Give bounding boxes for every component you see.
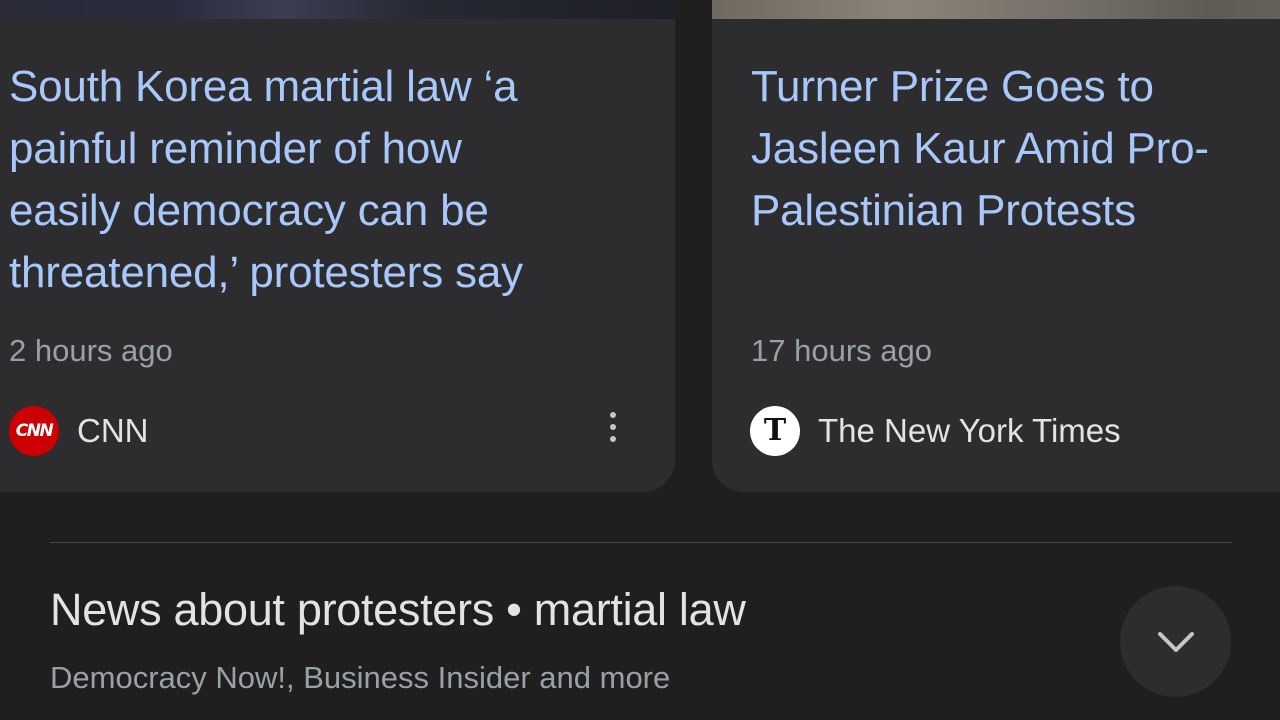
news-feed: South Korea martial law ‘a painful remin…: [0, 0, 1280, 720]
headline-line: painful reminder of how: [9, 124, 462, 173]
article-source: T The New York Times: [750, 405, 1121, 457]
article-thumbnail[interactable]: [712, 0, 1280, 19]
news-card-nyt[interactable]: Turner Prize Goes to Jasleen Kaur Amid P…: [712, 0, 1280, 492]
article-thumbnail[interactable]: [0, 0, 675, 19]
cnn-logo-icon: CNN: [9, 406, 59, 456]
headline-line: Palestinian Protests: [751, 186, 1136, 235]
chevron-down-icon: [1157, 631, 1194, 652]
article-timestamp: 2 hours ago: [9, 333, 173, 368]
source-name: The New York Times: [818, 412, 1121, 449]
news-card-cnn[interactable]: South Korea martial law ‘a painful remin…: [0, 0, 675, 492]
section-divider: [50, 542, 1232, 543]
headline-line: South Korea martial law ‘a: [9, 62, 518, 111]
nyt-logo-icon: T: [750, 406, 800, 456]
more-vert-icon-dot: [610, 436, 616, 442]
more-vert-icon-dot: [610, 424, 616, 430]
more-vert-icon: [610, 412, 616, 418]
headline-line: threatened,’ protesters say: [9, 248, 523, 297]
section-title[interactable]: News about protesters • martial law: [50, 584, 746, 636]
article-headline[interactable]: South Korea martial law ‘a painful remin…: [9, 56, 523, 304]
article-headline[interactable]: Turner Prize Goes to Jasleen Kaur Amid P…: [751, 56, 1209, 242]
source-name: CNN: [77, 412, 149, 449]
logo-text: T: [763, 412, 787, 448]
headline-line: Jasleen Kaur Amid Pro-: [751, 124, 1209, 173]
headline-line: Turner Prize Goes to: [751, 62, 1154, 111]
article-timestamp: 17 hours ago: [751, 333, 932, 368]
logo-text: CNN: [15, 421, 54, 441]
expand-button[interactable]: [1120, 586, 1231, 697]
more-options-button[interactable]: [598, 402, 628, 452]
section-subtitle: Democracy Now!, Business Insider and mor…: [50, 660, 671, 695]
headline-line: easily democracy can be: [9, 186, 489, 235]
article-source: CNN CNN: [9, 405, 149, 457]
